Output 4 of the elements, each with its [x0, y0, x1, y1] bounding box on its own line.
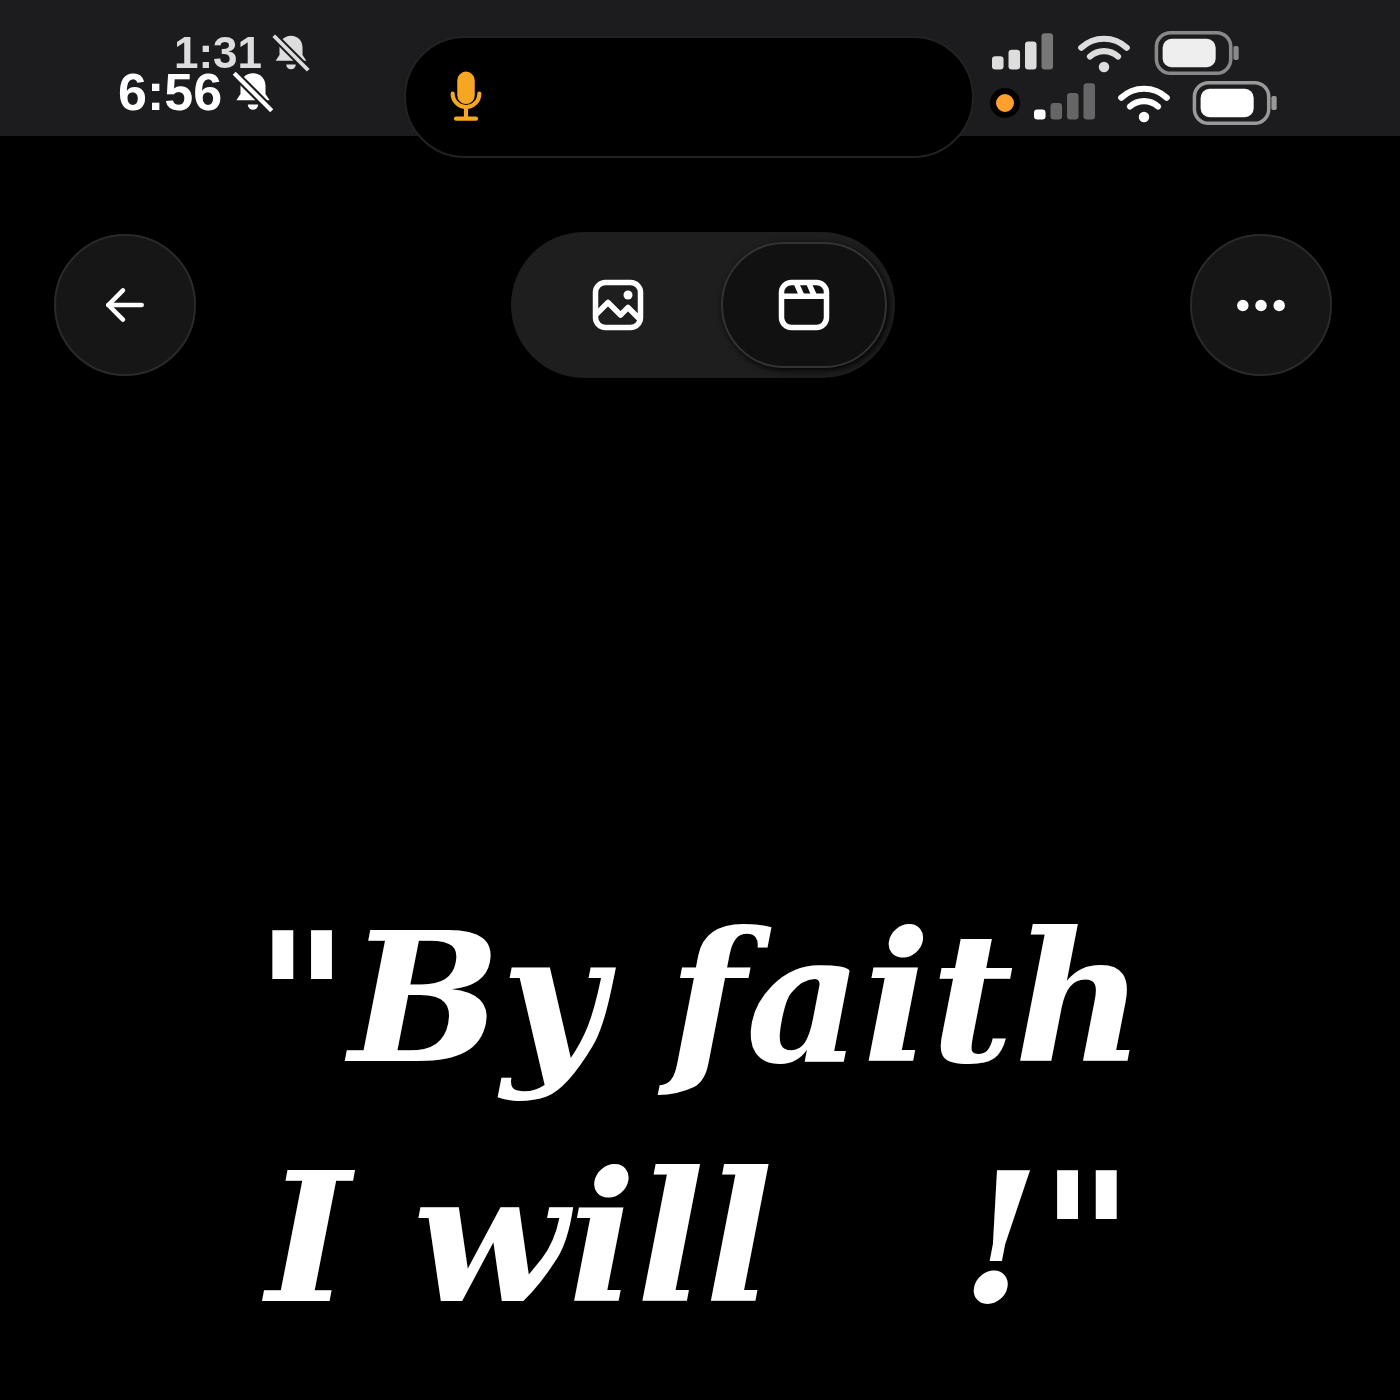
more-icon [1236, 298, 1286, 312]
reel-tab[interactable] [721, 242, 887, 368]
recording-dot [990, 88, 1020, 118]
quote-text: "By faith [255, 891, 1145, 1105]
